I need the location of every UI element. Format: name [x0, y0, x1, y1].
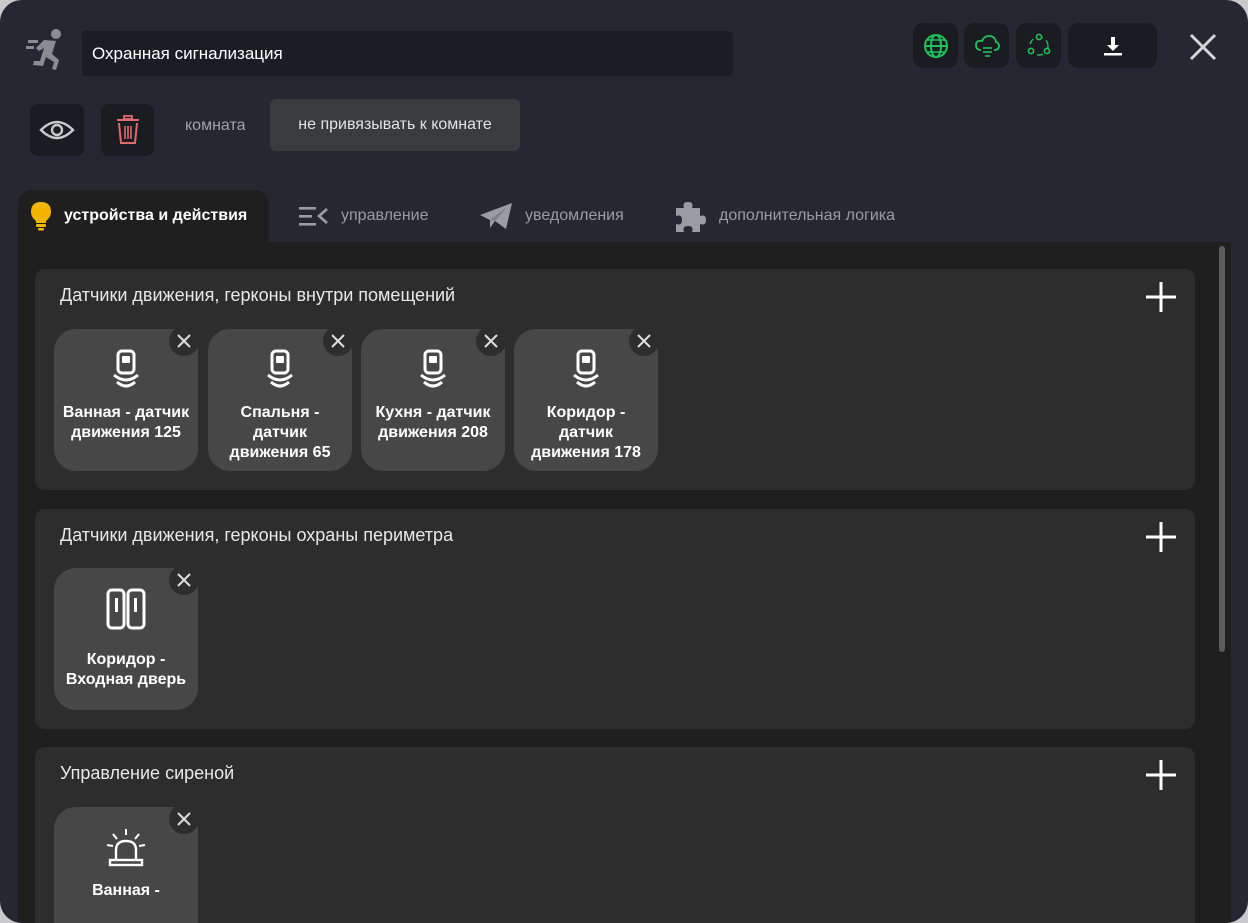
add-device-button[interactable] — [1143, 757, 1179, 793]
lightbulb-icon — [30, 201, 52, 231]
door-contact-icon — [106, 586, 146, 632]
device-label: Коридор - датчик движения 178 — [531, 404, 641, 461]
plus-icon — [1146, 282, 1176, 312]
tab-label: устройства и действия — [64, 207, 248, 224]
add-device-button[interactable] — [1143, 279, 1179, 315]
close-button[interactable] — [1182, 28, 1224, 66]
puzzle-icon — [673, 199, 707, 233]
motion-sensor-icon — [569, 347, 603, 393]
eye-icon — [39, 120, 75, 140]
remove-device-button[interactable] — [476, 326, 506, 356]
scenario-window: комната не привязывать к комнате устройс… — [0, 0, 1248, 923]
device-label: Спальня - датчик движения 65 — [229, 404, 331, 461]
remove-device-button[interactable] — [169, 565, 199, 595]
siren-icon — [105, 825, 147, 871]
group-title: Управление сиреной — [60, 763, 235, 783]
tab-notifications[interactable]: уведомления — [479, 190, 624, 242]
close-icon — [331, 334, 345, 348]
close-icon — [637, 334, 651, 348]
globe-icon — [923, 33, 948, 58]
motion-sensor-icon — [109, 347, 143, 393]
scenario-title-input[interactable] — [82, 31, 733, 76]
plus-icon — [1146, 760, 1176, 790]
device-group-perimeter: Датчики движения, герконы охраны перимет… — [35, 509, 1195, 729]
device-label: Кухня - датчик движения 208 — [375, 404, 491, 441]
tab-extra-logic[interactable]: дополнительная логика — [673, 190, 895, 242]
cloud-sync-button[interactable] — [964, 23, 1009, 68]
close-icon — [177, 573, 191, 587]
remove-device-button[interactable] — [629, 326, 659, 356]
globe-button[interactable] — [913, 23, 958, 68]
add-device-button[interactable] — [1143, 519, 1179, 555]
device-label: Ванная - — [92, 882, 160, 899]
group-title: Датчики движения, герконы охраны перимет… — [60, 525, 454, 545]
group-title: Датчики движения, герконы внутри помещен… — [60, 285, 456, 305]
telegram-icon — [479, 202, 513, 230]
trash-icon — [116, 115, 139, 144]
download-icon — [1103, 36, 1122, 55]
remove-device-button[interactable] — [169, 326, 199, 356]
tab-control[interactable]: управление — [299, 190, 429, 242]
plus-icon — [1146, 522, 1176, 552]
tab-label: уведомления — [525, 207, 624, 224]
close-icon — [1189, 33, 1217, 61]
visibility-button[interactable] — [30, 104, 84, 156]
device-group-siren: Управление сиреной Ванная - — [35, 747, 1195, 923]
close-icon — [177, 812, 191, 826]
delete-button[interactable] — [101, 104, 154, 156]
room-label: комната — [185, 117, 246, 134]
scrollbar[interactable] — [1219, 246, 1225, 652]
room-select[interactable]: не привязывать к комнате — [270, 99, 520, 151]
device-label: Ванная - датчик движения 125 — [62, 404, 190, 441]
share-button[interactable] — [1016, 23, 1061, 68]
remove-device-button[interactable] — [169, 804, 199, 834]
motion-sensor-icon — [416, 347, 450, 393]
tab-label: дополнительная логика — [719, 207, 896, 224]
tab-label: управление — [341, 207, 429, 224]
share-network-icon — [1027, 33, 1050, 56]
remove-device-button[interactable] — [323, 326, 353, 356]
list-collapse-icon — [299, 205, 329, 227]
close-icon — [177, 334, 191, 348]
device-label: Коридор - Входная дверь — [65, 651, 187, 688]
cloud-sync-icon — [974, 34, 1000, 57]
download-button[interactable] — [1068, 23, 1157, 68]
device-group-indoor: Датчики движения, герконы внутри помещен… — [35, 269, 1195, 490]
motion-sensor-icon — [263, 347, 297, 393]
close-icon — [484, 334, 498, 348]
running-person-icon — [26, 26, 68, 72]
tab-devices-actions[interactable]: устройства и действия — [18, 190, 269, 242]
